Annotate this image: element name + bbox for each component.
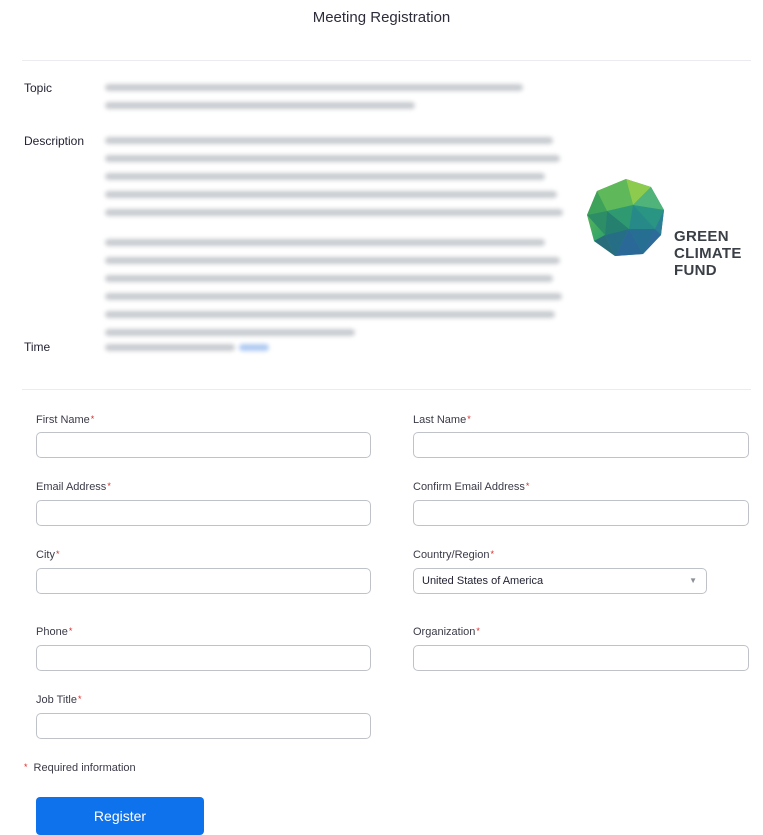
city-label: City*: [36, 549, 60, 561]
form-divider: [22, 389, 751, 390]
job-title-label: Job Title*: [36, 694, 82, 706]
register-button[interactable]: Register: [36, 797, 204, 835]
confirm-email-label: Confirm Email Address*: [413, 481, 530, 493]
time-value-redacted: [105, 344, 275, 362]
chevron-down-icon: ▼: [689, 576, 697, 585]
organization-input[interactable]: [413, 645, 749, 671]
logo-line2: CLIMATE: [674, 245, 742, 262]
timezone-link-redacted[interactable]: [239, 344, 269, 351]
country-select-value: United States of America: [422, 575, 544, 587]
city-input[interactable]: [36, 568, 371, 594]
logo-wordmark: GREEN CLIMATE FUND: [674, 228, 742, 279]
first-name-label: First Name*: [36, 414, 95, 426]
topic-value-redacted: [105, 84, 525, 120]
country-label: Country/Region*: [413, 549, 494, 561]
email-label: Email Address*: [36, 481, 111, 493]
description-value-redacted: [105, 137, 565, 347]
required-info-note: * Required information: [24, 762, 136, 774]
email-input[interactable]: [36, 500, 371, 526]
phone-label: Phone*: [36, 626, 73, 638]
first-name-input[interactable]: [36, 432, 371, 458]
organization-label: Organization*: [413, 626, 480, 638]
job-title-input[interactable]: [36, 713, 371, 739]
country-select[interactable]: United States of America ▼: [413, 568, 707, 594]
last-name-label: Last Name*: [413, 414, 471, 426]
time-label: Time: [24, 340, 51, 354]
top-divider: [22, 60, 751, 61]
green-climate-fund-globe-icon: [587, 179, 664, 256]
last-name-input[interactable]: [413, 432, 749, 458]
page-title: Meeting Registration: [312, 9, 451, 26]
topic-label: Topic: [24, 81, 53, 95]
description-label: Description: [24, 134, 85, 148]
confirm-email-input[interactable]: [413, 500, 749, 526]
logo-line3: FUND: [674, 262, 717, 279]
phone-input[interactable]: [36, 645, 371, 671]
logo-line1: GREEN: [674, 228, 729, 245]
